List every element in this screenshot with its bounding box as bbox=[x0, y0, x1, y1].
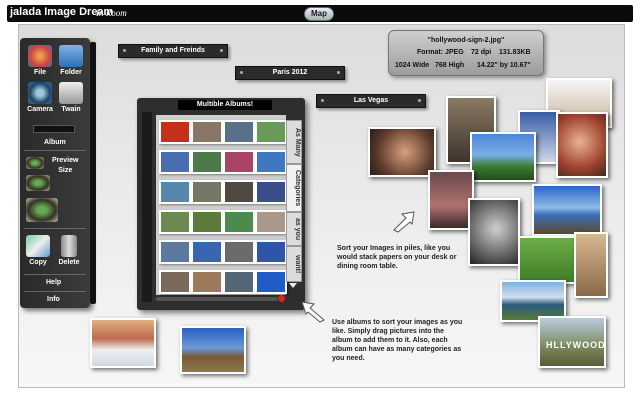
camera-tool[interactable]: Camera bbox=[26, 82, 54, 113]
photo-tall[interactable] bbox=[574, 232, 608, 298]
album-thumbnail[interactable] bbox=[191, 180, 223, 204]
info-format: Format: JPEG bbox=[417, 49, 464, 56]
delete-tool[interactable]: Delete bbox=[55, 235, 83, 266]
pile-label-paris[interactable]: Paris 2012 bbox=[235, 66, 345, 80]
view-mode-label: In Room bbox=[96, 8, 127, 18]
album-thumbnail[interactable] bbox=[159, 210, 191, 234]
info-wide: 1024 Wide bbox=[395, 62, 430, 69]
preview-size-label: Preview Size bbox=[52, 157, 79, 174]
album-slot[interactable] bbox=[33, 125, 75, 133]
folder-icon bbox=[59, 45, 83, 67]
photo-tree[interactable] bbox=[470, 132, 536, 182]
album-thumbnail[interactable] bbox=[223, 180, 255, 204]
album-thumbnail[interactable] bbox=[255, 150, 287, 174]
divider bbox=[24, 150, 86, 151]
photo-coast[interactable] bbox=[532, 184, 602, 236]
info-dimensions: 14.22" by 10.67" bbox=[477, 62, 531, 69]
album-label: Album bbox=[44, 139, 66, 146]
album-thumbnail[interactable] bbox=[159, 180, 191, 204]
album-thumbnail[interactable] bbox=[159, 270, 191, 294]
record-dot-icon[interactable] bbox=[278, 295, 285, 302]
twain-tool[interactable]: Twain bbox=[57, 82, 85, 113]
photo-cabin[interactable] bbox=[180, 326, 246, 374]
photo-hollywood-sign[interactable]: HLLYWOOD bbox=[538, 316, 606, 368]
camera-icon bbox=[28, 82, 52, 104]
category-tab-categories[interactable]: Categories bbox=[286, 164, 302, 212]
tab-scroll-down-icon[interactable] bbox=[289, 283, 297, 288]
hollywood-lettering: HLLYWOOD bbox=[546, 340, 606, 350]
twain-label: Twain bbox=[61, 106, 81, 113]
folder-tool[interactable]: Folder bbox=[57, 45, 85, 76]
album-thumbnail[interactable] bbox=[255, 210, 287, 234]
album-thumbnail[interactable] bbox=[255, 270, 287, 294]
album-thumbnail[interactable] bbox=[191, 120, 223, 144]
pile-label-family[interactable]: Family and Freinds bbox=[118, 44, 228, 58]
album-title: Multible Albums! bbox=[178, 100, 272, 110]
arrow-up-left-icon bbox=[301, 301, 325, 323]
info-high: 768 High bbox=[435, 62, 465, 69]
pile-label-vegas[interactable]: Las Vegas bbox=[316, 94, 426, 108]
copy-icon bbox=[26, 235, 50, 257]
delete-label: Delete bbox=[58, 259, 80, 266]
file-icon bbox=[28, 45, 52, 67]
divider bbox=[24, 228, 86, 229]
photo-family[interactable] bbox=[556, 112, 608, 178]
album-thumbnail[interactable] bbox=[191, 270, 223, 294]
album-thumbnail[interactable] bbox=[159, 240, 191, 264]
info-filename: "hollywood-sign-2.jpg" bbox=[427, 37, 505, 44]
image-info-panel: "hollywood-sign-2.jpg" Format: JPEG 72 d… bbox=[388, 30, 544, 76]
photo-face-closeup[interactable] bbox=[368, 127, 436, 177]
photo-bw-face[interactable] bbox=[468, 198, 520, 266]
album-thumbnail[interactable] bbox=[223, 270, 255, 294]
info-button[interactable]: Info bbox=[47, 296, 60, 303]
preview-large-icon[interactable] bbox=[26, 198, 58, 222]
album-thumbnail[interactable] bbox=[223, 240, 255, 264]
album-thumbnail[interactable] bbox=[159, 150, 191, 174]
album-instructions: Use albums to sort your images as you li… bbox=[332, 319, 463, 362]
preview-small-icon[interactable] bbox=[26, 157, 44, 169]
file-tool[interactable]: File bbox=[26, 45, 54, 76]
photo-winter-sunset[interactable] bbox=[90, 318, 156, 368]
info-size: 131.83KB bbox=[499, 49, 531, 56]
category-tab-want[interactable]: want! bbox=[286, 246, 302, 282]
copy-tool[interactable]: Copy bbox=[24, 235, 52, 266]
info-dpi: 72 dpi bbox=[471, 49, 492, 56]
album-thumbnail[interactable] bbox=[191, 240, 223, 264]
copy-label: Copy bbox=[29, 259, 47, 266]
album-thumbnail[interactable] bbox=[223, 120, 255, 144]
album-thumbnail[interactable] bbox=[223, 210, 255, 234]
category-tab-as-many[interactable]: As Many bbox=[286, 120, 302, 164]
divider bbox=[24, 274, 86, 275]
help-button[interactable]: Help bbox=[46, 279, 61, 286]
file-label: File bbox=[33, 69, 47, 76]
map-button[interactable]: Map bbox=[304, 7, 334, 21]
tool-panel-edge bbox=[90, 42, 96, 304]
album-spine bbox=[142, 112, 152, 302]
album-thumbnail[interactable] bbox=[159, 120, 191, 144]
album-thumbnail[interactable] bbox=[191, 150, 223, 174]
camera-label: Camera bbox=[27, 106, 53, 113]
pile-instructions: Sort your Images in piles, like you woul… bbox=[337, 245, 457, 270]
album-thumbnail[interactable] bbox=[191, 210, 223, 234]
album-thumbnail[interactable] bbox=[255, 120, 287, 144]
scanner-icon bbox=[59, 82, 83, 104]
arrow-up-right-icon bbox=[393, 211, 415, 233]
album-thumbnail[interactable] bbox=[223, 150, 255, 174]
album-scrollbar[interactable] bbox=[156, 297, 278, 301]
album-thumbnail[interactable] bbox=[255, 240, 287, 264]
divider bbox=[24, 291, 86, 292]
trash-icon bbox=[61, 235, 77, 257]
album-thumbnail[interactable] bbox=[255, 180, 287, 204]
folder-label: Folder bbox=[60, 69, 82, 76]
preview-medium-icon[interactable] bbox=[26, 175, 50, 191]
category-tab-as-you[interactable]: as you bbox=[286, 212, 302, 246]
